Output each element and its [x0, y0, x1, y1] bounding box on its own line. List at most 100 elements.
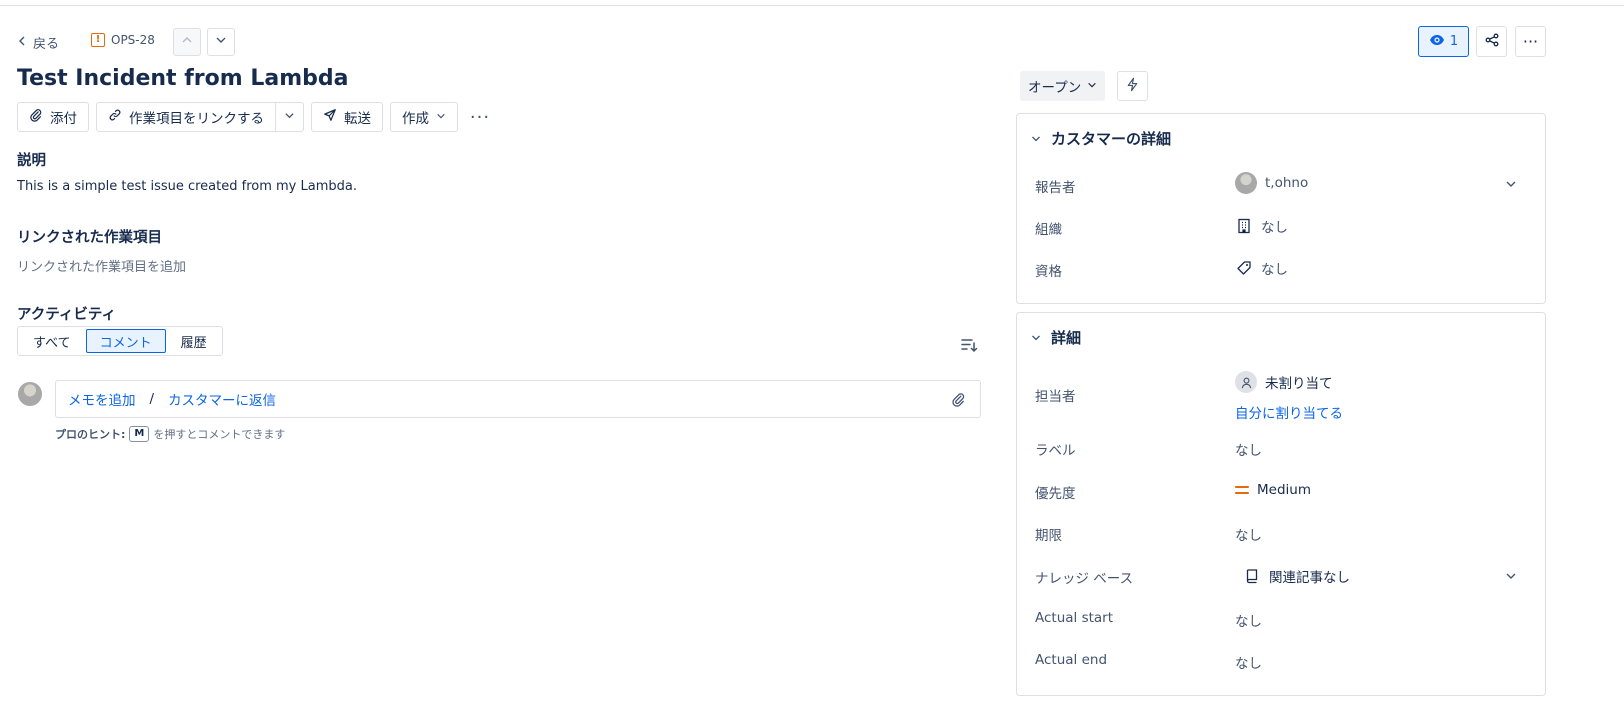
chevron-down-icon[interactable]: [1505, 178, 1517, 190]
back-link[interactable]: 戻る: [17, 33, 59, 52]
reporter-field[interactable]: t,ohno: [1235, 172, 1308, 194]
issue-key: OPS-28: [111, 33, 155, 47]
customer-details-toggle[interactable]: カスタマーの詳細: [1031, 128, 1171, 149]
issue-key-link[interactable]: ! OPS-28: [91, 33, 155, 47]
pro-tip-text: を押すとコメントできます: [153, 428, 286, 441]
keyboard-key: M: [129, 426, 150, 442]
chevron-down-icon[interactable]: [1505, 570, 1517, 582]
forward-label: 転送: [344, 111, 371, 127]
top-divider: [0, 5, 1624, 6]
previous-issue-button[interactable]: [173, 28, 201, 56]
add-linked-item[interactable]: リンクされた作業項目を追加: [17, 256, 186, 275]
tag-icon: [1235, 259, 1253, 277]
actual-start-value: なし: [1235, 614, 1262, 630]
paperclip-icon: [29, 108, 43, 126]
eye-icon: [1429, 32, 1445, 52]
chevron-down-icon: [215, 34, 227, 50]
tab-comments[interactable]: コメント: [85, 329, 166, 353]
paperclip-icon[interactable]: [951, 392, 966, 407]
due-date-value: なし: [1235, 528, 1262, 544]
building-icon: [1235, 217, 1253, 235]
send-icon: [323, 108, 337, 126]
action-toolbar: 添付 作業項目をリンクする 転送 作成 ···: [17, 102, 495, 132]
issue-title[interactable]: Test Incident from Lambda: [17, 66, 348, 91]
link-issue-label: 作業項目をリンクする: [129, 111, 264, 127]
priority-field[interactable]: Medium: [1235, 482, 1311, 498]
assignee-label: 担当者: [1035, 389, 1076, 405]
due-date-label: 期限: [1035, 528, 1062, 544]
comment-composer[interactable]: メモを追加 / カスタマーに返信: [55, 380, 981, 418]
actual-end-value: なし: [1235, 656, 1262, 672]
next-issue-button[interactable]: [207, 28, 235, 56]
customer-details-heading: カスタマーの詳細: [1051, 130, 1172, 148]
forward-button[interactable]: 転送: [311, 102, 383, 132]
pro-tip-prefix: プロのヒント:: [55, 428, 126, 441]
chevron-down-icon: [1087, 78, 1097, 94]
pro-tip: プロのヒント: M を押すとコメントできます: [55, 426, 285, 442]
actual-end-label: Actual end: [1035, 652, 1108, 668]
link-split-button: 作業項目をリンクする: [96, 102, 304, 132]
labels-label: ラベル: [1035, 443, 1076, 459]
actual-start-field[interactable]: なし: [1235, 610, 1262, 630]
details-toggle[interactable]: 詳細: [1031, 327, 1081, 348]
watch-button[interactable]: 1: [1418, 26, 1469, 57]
chevron-down-icon: [1031, 130, 1041, 148]
chevron-down-icon: [1031, 329, 1041, 347]
assign-to-me-link[interactable]: 自分に割り当てる: [1235, 402, 1343, 422]
link-issue-button[interactable]: 作業項目をリンクする: [96, 102, 276, 132]
actual-start-label: Actual start: [1035, 610, 1114, 626]
entitlement-field[interactable]: なし: [1235, 258, 1288, 278]
status-dropdown[interactable]: オープン: [1020, 71, 1106, 101]
chevron-left-icon: [17, 35, 27, 50]
more-actions-button[interactable]: ···: [465, 102, 495, 132]
details-panel: 詳細 担当者 未割り当て 自分に割り当てる ラベル なし 優先度 Medium …: [1016, 312, 1546, 696]
description-text[interactable]: This is a simple test issue created from…: [17, 179, 357, 194]
create-label: 作成: [402, 111, 429, 127]
priority-value: Medium: [1257, 482, 1311, 498]
link-icon: [108, 108, 122, 126]
chevron-down-icon: [284, 109, 295, 125]
current-user-avatar: [18, 382, 42, 406]
reply-to-customer-link[interactable]: カスタマーに返信: [168, 389, 276, 409]
actual-end-field[interactable]: なし: [1235, 652, 1262, 672]
details-heading: 詳細: [1051, 329, 1082, 347]
description-heading: 説明: [17, 153, 46, 169]
add-note-link[interactable]: メモを追加: [68, 389, 136, 409]
more-options-button[interactable]: ···: [1515, 26, 1546, 57]
due-date-field[interactable]: なし: [1235, 524, 1262, 544]
link-options-button[interactable]: [276, 102, 304, 132]
knowledge-base-value: 関連記事なし: [1269, 570, 1350, 586]
knowledge-base-label: ナレッジ ベース: [1035, 571, 1134, 587]
incident-type-icon: !: [91, 33, 105, 47]
activity-heading: アクティビティ: [17, 307, 117, 323]
automation-button[interactable]: [1117, 71, 1148, 101]
assignee-value: 未割り当て: [1265, 376, 1333, 392]
priority-medium-icon: [1235, 485, 1249, 495]
share-button[interactable]: [1476, 26, 1507, 57]
book-icon: [1243, 567, 1261, 585]
entitlement-label: 資格: [1035, 264, 1062, 280]
composer-separator: /: [149, 391, 155, 407]
attach-label: 添付: [50, 111, 77, 127]
share-icon: [1485, 33, 1499, 51]
sort-order-icon[interactable]: [960, 336, 978, 354]
customer-details-panel: カスタマーの詳細 報告者 t,ohno 組織 なし 資格 なし: [1016, 113, 1546, 304]
attach-button[interactable]: 添付: [17, 102, 89, 132]
reporter-label: 報告者: [1035, 180, 1076, 196]
create-button[interactable]: 作成: [390, 102, 458, 132]
linked-items-heading: リンクされた作業項目: [17, 230, 162, 246]
activity-tabs: すべて コメント 履歴: [17, 326, 223, 356]
labels-field[interactable]: なし: [1235, 439, 1262, 459]
chevron-up-icon: [181, 34, 193, 50]
lightning-icon: [1125, 77, 1140, 96]
tab-all[interactable]: すべて: [20, 329, 84, 353]
organization-field[interactable]: なし: [1235, 216, 1288, 236]
entitlement-value: なし: [1261, 262, 1288, 278]
organization-value: なし: [1261, 220, 1288, 236]
assignee-field[interactable]: 未割り当て: [1235, 371, 1333, 393]
unassigned-user-icon: [1235, 371, 1257, 393]
knowledge-base-field[interactable]: 関連記事なし: [1243, 566, 1350, 586]
status-label: オープン: [1028, 80, 1082, 96]
organization-label: 組織: [1035, 222, 1062, 238]
tab-history[interactable]: 履歴: [168, 329, 220, 353]
